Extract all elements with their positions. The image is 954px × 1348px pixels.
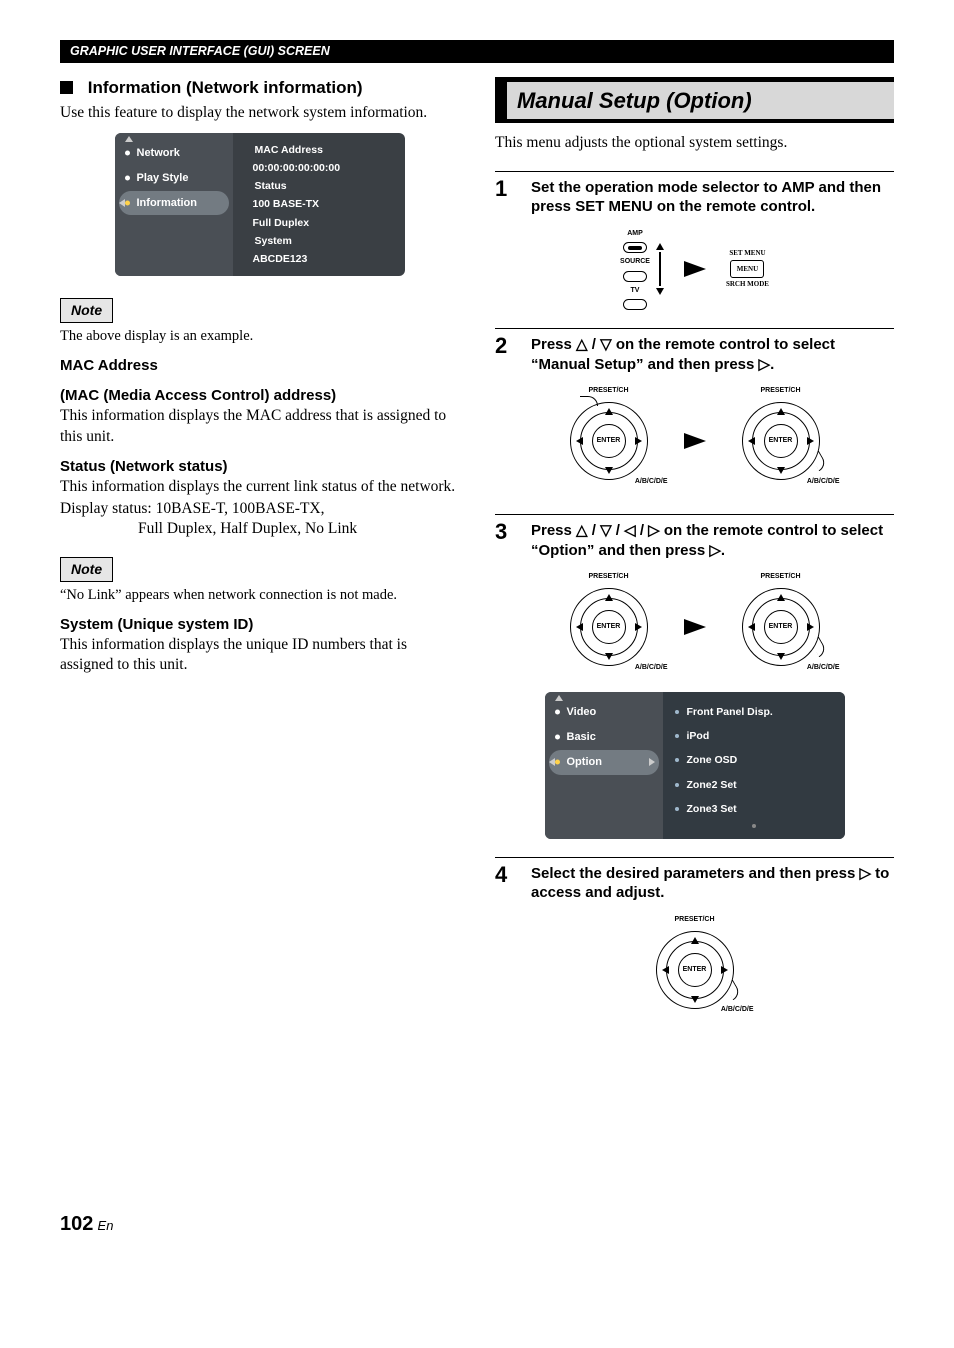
selector-source-icon <box>623 271 647 282</box>
mac-body: This information displays the MAC addres… <box>60 406 459 446</box>
step-1-diagram: AMP SOURCE TV SET MENU MENU SRCH MODE <box>495 229 894 310</box>
srch-mode-label: SRCH MODE <box>726 280 769 289</box>
dpad-single: PRESET/CH ENTER A/B/C/D/E <box>640 915 750 1025</box>
step-3-number: 3 <box>495 521 517 560</box>
dpad-left-icon <box>576 437 583 445</box>
selector-arrows-icon <box>656 243 664 295</box>
step-3-text: Press △ / ▽ / ◁ / ▷ on the remote contro… <box>531 521 894 560</box>
square-bullet-icon <box>60 81 73 94</box>
osd-system-label: System <box>243 232 395 250</box>
osd-mac-label: MAC Address <box>243 141 395 159</box>
step-1-number: 1 <box>495 178 517 217</box>
osd2-left-pane: Video Basic Option <box>545 692 663 839</box>
manual-setup-heading-wrap: Manual Setup (Option) <box>495 77 894 123</box>
status-body: This information displays the current li… <box>60 477 459 497</box>
selector-tv-icon <box>623 299 647 310</box>
osd-left-pane: Network Play Style Information <box>115 133 233 276</box>
system-head: System (Unique system ID) <box>60 615 459 635</box>
swish-right-icon <box>810 451 828 472</box>
section-header: GRAPHIC USER INTERFACE (GUI) SCREEN <box>60 40 894 63</box>
info-heading-text: Information (Network information) <box>88 78 363 97</box>
osd2-r-zoneosd: Zone OSD <box>669 748 839 772</box>
osd-status-v1: 100 BASE-TX <box>243 195 395 213</box>
osd-mac-value: 00:00:00:00:00:00 <box>243 159 395 177</box>
status-head: Status (Network status) <box>60 457 459 477</box>
big-arrow-icon <box>684 619 706 635</box>
osd2-item-option: Option <box>549 750 659 775</box>
step-4-diagram: PRESET/CH ENTER A/B/C/D/E <box>495 915 894 1025</box>
step-2-text: Press △ / ▽ on the remote control to sel… <box>531 335 894 374</box>
step-2-number: 2 <box>495 335 517 374</box>
amp-label: AMP <box>627 229 643 238</box>
step-2: 2 Press △ / ▽ on the remote control to s… <box>495 328 894 374</box>
info-heading: Information (Network information) <box>60 77 459 100</box>
step-2-diagram: PRESET/CH ENTER A/B/C/D/E PRESET/CH ENTE… <box>495 386 894 496</box>
status-line2: Full Duplex, Half Duplex, No Link <box>60 519 459 539</box>
osd2-r-zone2: Zone2 Set <box>669 773 839 797</box>
osd-item-playstyle: Play Style <box>115 166 233 191</box>
page-footer: 102 En <box>60 1211 894 1238</box>
note-tag-2: Note <box>60 557 113 582</box>
status-line1: Display status: 10BASE-T, 100BASE-TX, <box>60 499 459 519</box>
tv-label: TV <box>631 286 640 295</box>
step-1-text: Set the operation mode selector to AMP a… <box>531 178 894 217</box>
dpad-right-icon <box>635 437 642 445</box>
osd-option-menu: Video Basic Option Front Panel Disp. iPo… <box>545 692 845 839</box>
enter-button: ENTER <box>592 424 626 458</box>
right-column: Manual Setup (Option) This menu adjusts … <box>495 77 894 1031</box>
page-lang: En <box>98 1218 114 1233</box>
dpad-down-icon <box>605 467 613 474</box>
menu-button-diagram: SET MENU MENU SRCH MODE <box>726 249 769 290</box>
system-body: This information displays the unique ID … <box>60 635 459 675</box>
big-arrow-icon <box>684 261 706 277</box>
osd2-item-video: Video <box>545 700 663 725</box>
osd2-right-pane: Front Panel Disp. iPod Zone OSD Zone2 Se… <box>663 692 845 839</box>
note-1-text: The above display is an example. <box>60 327 459 346</box>
big-arrow-icon <box>684 433 706 449</box>
selector-amp-icon <box>623 242 647 253</box>
mac-head: MAC Address <box>60 356 459 376</box>
note-2-text: “No Link” appears when network connectio… <box>60 586 459 605</box>
step-1: 1 Set the operation mode selector to AMP… <box>495 171 894 217</box>
step-4: 4 Select the desired parameters and then… <box>495 857 894 903</box>
set-menu-label: SET MENU <box>729 249 765 258</box>
osd-right-pane: MAC Address 00:00:00:00:00:00 Status 100… <box>233 133 405 276</box>
osd2-r-zone3: Zone3 Set <box>669 797 839 821</box>
osd-item-information: Information <box>119 191 229 216</box>
osd-system-value: ABCDE123 <box>243 250 395 268</box>
osd-status-label: Status <box>243 177 395 195</box>
osd-item-network: Network <box>115 141 233 166</box>
step-3-diagram-dpads: PRESET/CH ENTER A/B/C/D/E PRESET/CH ENTE… <box>495 572 894 682</box>
osd-network-info: Network Play Style Information MAC Addre… <box>115 133 405 276</box>
mode-selector-diagram: AMP SOURCE TV <box>620 229 650 310</box>
dpad-left: PRESET/CH ENTER A/B/C/D/E <box>554 386 664 496</box>
menu-button-icon: MENU <box>730 260 764 278</box>
more-indicator-icon <box>752 824 756 828</box>
manual-setup-heading: Manual Setup (Option) <box>507 82 894 119</box>
source-label: SOURCE <box>620 257 650 266</box>
step-4-number: 4 <box>495 864 517 903</box>
dpad-right: PRESET/CH ENTER A/B/C/D/E <box>726 386 836 496</box>
osd2-item-basic: Basic <box>545 725 663 750</box>
mac-subhead: (MAC (Media Access Control) address) <box>60 386 459 406</box>
osd2-r-frontpanel: Front Panel Disp. <box>669 700 839 724</box>
dpad-right: PRESET/CH ENTER A/B/C/D/E <box>726 572 836 682</box>
manual-setup-intro: This menu adjusts the optional system se… <box>495 133 894 153</box>
osd-status-v2: Full Duplex <box>243 214 395 232</box>
info-intro: Use this feature to display the network … <box>60 103 459 123</box>
osd2-r-ipod: iPod <box>669 724 839 748</box>
dpad-up-icon <box>605 408 613 415</box>
step-3: 3 Press △ / ▽ / ◁ / ▷ on the remote cont… <box>495 514 894 560</box>
left-column: Information (Network information) Use th… <box>60 77 459 1031</box>
page-number: 102 <box>60 1213 93 1235</box>
swish-up-icon <box>580 396 598 406</box>
dpad-left: PRESET/CH ENTER A/B/C/D/E <box>554 572 664 682</box>
note-tag-1: Note <box>60 298 113 323</box>
step-4-text: Select the desired parameters and then p… <box>531 864 894 903</box>
two-column-layout: Information (Network information) Use th… <box>60 77 894 1031</box>
